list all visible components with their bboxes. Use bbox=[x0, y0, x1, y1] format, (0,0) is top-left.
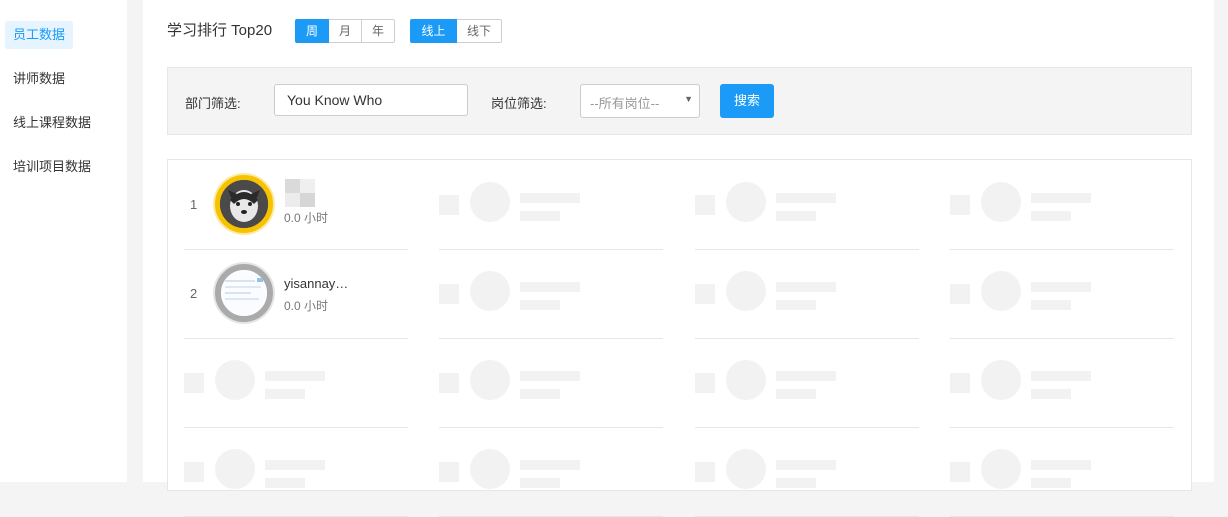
rank-card-placeholder bbox=[695, 160, 919, 250]
study-hours: 0.0 小时 bbox=[284, 299, 329, 313]
sidebar-item-training-project-data[interactable]: 培训项目数据 bbox=[5, 153, 99, 181]
ranking-panel: 1 0.0 小时 2 yisannay… 0.0 小时 bbox=[167, 159, 1192, 517]
sidebar-item-employee-data[interactable]: 员工数据 bbox=[5, 21, 74, 49]
rank-card-placeholder bbox=[439, 338, 663, 428]
mode-online-button[interactable]: 线上 bbox=[410, 19, 457, 43]
rank-card-placeholder bbox=[695, 249, 919, 339]
page-title: 学习排行 Top20 bbox=[167, 22, 273, 39]
screenshot-thumbnail-icon bbox=[221, 270, 267, 316]
dept-filter-label: 部门筛选: bbox=[185, 96, 241, 111]
period-week-button[interactable]: 周 bbox=[295, 19, 329, 43]
rank-card-placeholder bbox=[439, 427, 663, 517]
search-button[interactable]: 搜索 bbox=[720, 84, 774, 118]
rank-card-placeholder bbox=[695, 338, 919, 428]
rank-card[interactable]: 2 yisannay… 0.0 小时 bbox=[184, 249, 408, 339]
position-filter-value: --所有岗位-- bbox=[590, 96, 660, 111]
dept-filter-input[interactable] bbox=[274, 84, 468, 116]
rank-card-placeholder bbox=[950, 427, 1174, 517]
rank-card-placeholder bbox=[695, 427, 919, 517]
period-toggle: 周 月 年 bbox=[295, 19, 395, 43]
rank-card-placeholder bbox=[950, 249, 1174, 339]
sidebar: 员工数据 讲师数据 线上课程数据 培训项目数据 bbox=[0, 0, 127, 482]
position-filter-select[interactable]: --所有岗位-- ▼ bbox=[580, 84, 700, 118]
blurred-name bbox=[285, 179, 315, 207]
rank-card-placeholder bbox=[184, 338, 408, 428]
sidebar-item-online-course-data[interactable]: 线上课程数据 bbox=[5, 109, 99, 137]
rank-card-placeholder bbox=[950, 338, 1174, 428]
mode-offline-button[interactable]: 线下 bbox=[456, 19, 502, 43]
rank-number: 1 bbox=[190, 197, 198, 212]
rank-card-placeholder bbox=[439, 249, 663, 339]
mode-toggle: 线上 线下 bbox=[410, 19, 502, 43]
rank-card-placeholder bbox=[439, 160, 663, 250]
sidebar-item-lecturer-data[interactable]: 讲师数据 bbox=[5, 65, 73, 93]
period-month-button[interactable]: 月 bbox=[328, 19, 362, 43]
avatar bbox=[215, 264, 273, 322]
rank-card-placeholder bbox=[184, 427, 408, 517]
period-year-button[interactable]: 年 bbox=[361, 19, 395, 43]
study-hours: 0.0 小时 bbox=[284, 211, 329, 225]
dog-photo-icon bbox=[220, 180, 268, 228]
position-filter-label: 岗位筛选: bbox=[491, 96, 547, 111]
rank-card[interactable]: 1 0.0 小时 bbox=[184, 160, 408, 250]
main-content: 学习排行 Top20 周 月 年 线上 线下 部门筛选: 岗位筛选: --所有岗… bbox=[143, 0, 1214, 517]
user-name: yisannay… bbox=[284, 276, 349, 291]
filter-bar: 部门筛选: 岗位筛选: --所有岗位-- ▼ 搜索 bbox=[167, 67, 1192, 135]
dropdown-arrow-icon: ▼ bbox=[684, 94, 693, 104]
rank-card-placeholder bbox=[950, 160, 1174, 250]
avatar bbox=[215, 175, 273, 233]
rank-number: 2 bbox=[190, 286, 198, 301]
